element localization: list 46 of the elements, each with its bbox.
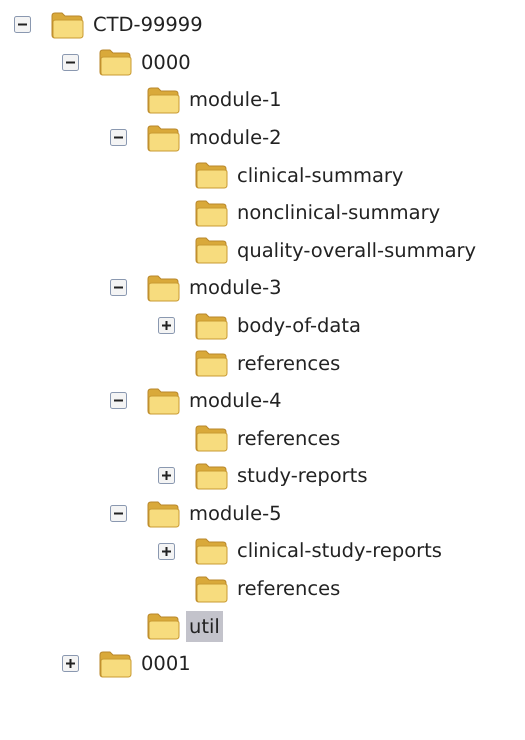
collapse-icon[interactable] bbox=[62, 54, 79, 71]
folder-name[interactable]: study-reports bbox=[234, 460, 370, 492]
folder-icon bbox=[146, 500, 180, 528]
folder-icon bbox=[50, 10, 84, 39]
expand-icon[interactable] bbox=[62, 655, 79, 672]
folder-name[interactable]: references bbox=[234, 573, 344, 604]
collapse-icon[interactable] bbox=[14, 16, 31, 34]
folder-icon bbox=[194, 236, 228, 264]
folder-name[interactable]: module-3 bbox=[186, 272, 285, 304]
folder-icon bbox=[146, 86, 180, 114]
expand-icon[interactable] bbox=[158, 467, 175, 484]
folder-icon bbox=[98, 650, 132, 678]
folder-icon bbox=[146, 386, 180, 415]
collapse-icon[interactable] bbox=[110, 505, 127, 522]
folder-icon bbox=[194, 161, 228, 190]
folder-icon bbox=[194, 462, 228, 490]
folder-icon bbox=[194, 424, 228, 452]
folder-icon bbox=[194, 537, 228, 566]
folder-name[interactable]: module-1 bbox=[186, 84, 285, 116]
folder-icon bbox=[98, 48, 132, 76]
folder-name[interactable]: CTD-99999 bbox=[90, 9, 206, 40]
folder-name[interactable]: module-2 bbox=[186, 122, 285, 154]
folder-name[interactable]: clinical-summary bbox=[234, 160, 406, 191]
folder-icon bbox=[146, 612, 180, 640]
expand-icon[interactable] bbox=[158, 317, 175, 334]
folder-name[interactable]: body-of-data bbox=[234, 310, 364, 342]
folder-icon bbox=[194, 312, 228, 340]
folder-name[interactable]: references bbox=[234, 348, 344, 379]
folder-name[interactable]: references bbox=[234, 422, 344, 454]
folder-icon bbox=[194, 198, 228, 227]
expand-icon[interactable] bbox=[158, 542, 175, 560]
folder-name[interactable]: 0001 bbox=[138, 648, 194, 680]
folder-icon bbox=[194, 349, 228, 378]
folder-icon bbox=[146, 274, 180, 302]
folder-icon bbox=[146, 124, 180, 152]
folder-name[interactable]: module-5 bbox=[186, 498, 285, 530]
folder-name[interactable]: util bbox=[186, 610, 223, 642]
folder-icon bbox=[194, 574, 228, 603]
collapse-icon[interactable] bbox=[110, 129, 127, 146]
folder-name[interactable]: quality-overall-summary bbox=[234, 234, 480, 266]
collapse-icon[interactable] bbox=[110, 392, 127, 410]
folder-name[interactable]: nonclinical-summary bbox=[234, 197, 444, 228]
folder-name[interactable]: 0000 bbox=[138, 46, 194, 78]
collapse-icon[interactable] bbox=[110, 279, 127, 296]
folder-name[interactable]: module-4 bbox=[186, 385, 285, 416]
folder-name[interactable]: clinical-study-reports bbox=[234, 535, 445, 567]
